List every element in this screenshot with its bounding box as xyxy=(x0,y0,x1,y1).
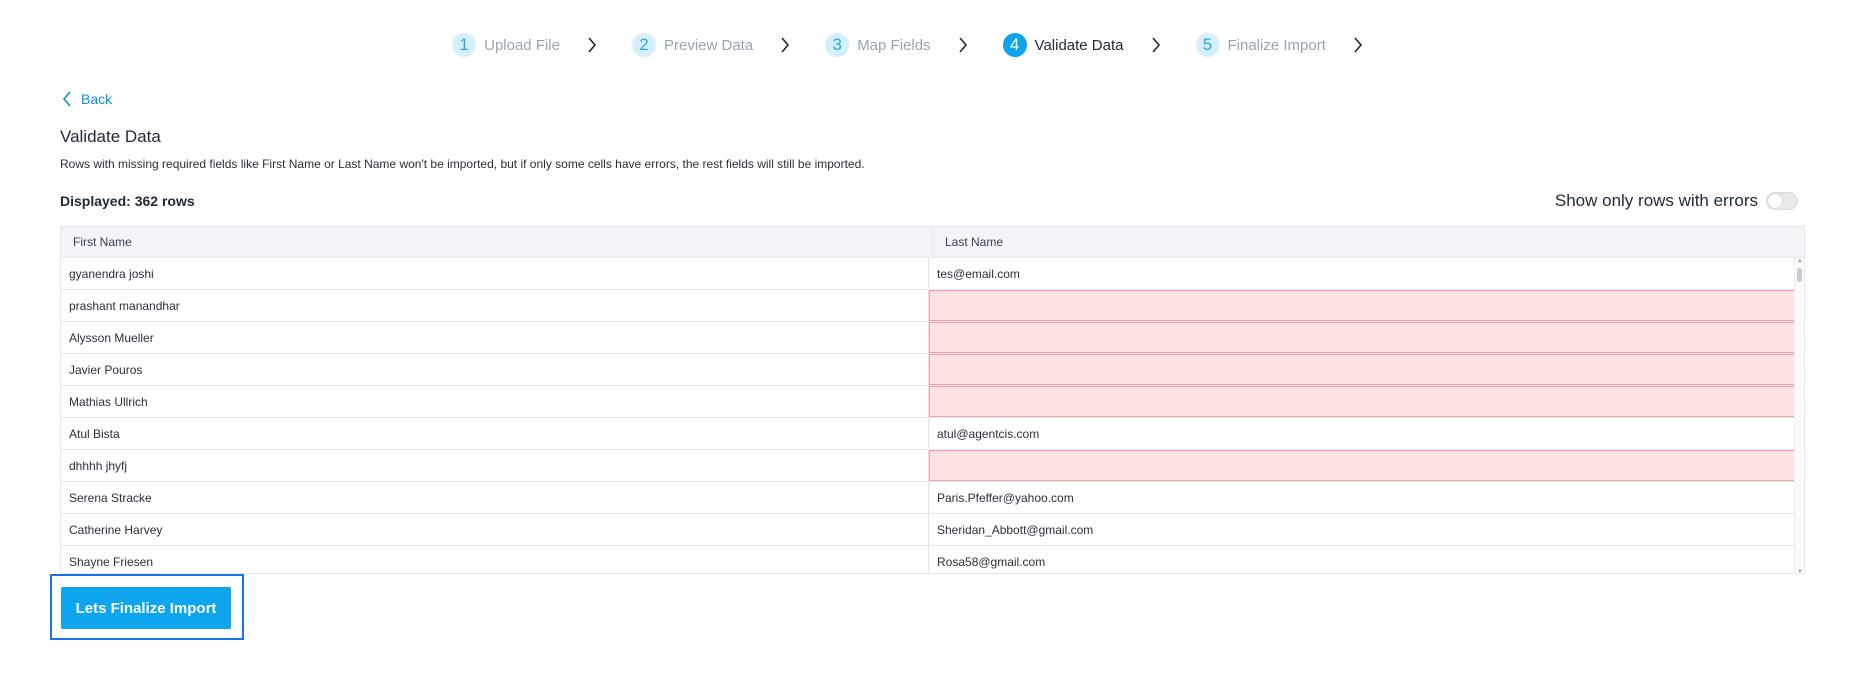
chevron-right-icon xyxy=(1142,35,1170,55)
cell-last-name-error[interactable] xyxy=(929,450,1795,481)
validation-table: First Name Last Name gyanendra joshi tes… xyxy=(60,226,1805,574)
import-stepper: 1 Upload File 2 Preview Data 3 Map Field… xyxy=(0,33,1850,57)
scroll-up-icon[interactable]: ▲ xyxy=(1797,258,1803,264)
column-header-last-name[interactable]: Last Name xyxy=(933,227,1804,257)
table-row: dhhhh jhyfj xyxy=(61,450,1804,482)
cell-last-name-error[interactable] xyxy=(929,386,1795,417)
table-row: Shayne Friesen Rosa58@gmail.com xyxy=(61,546,1804,573)
table-row: Atul Bista atul@agentcis.com xyxy=(61,418,1804,450)
finalize-button-highlight: Lets Finalize Import xyxy=(50,574,244,640)
step-number: 2 xyxy=(631,33,656,57)
table-body: gyanendra joshi tes@email.com prashant m… xyxy=(61,258,1804,573)
table-row: Alysson Mueller xyxy=(61,322,1804,354)
step-map-fields[interactable]: 3 Map Fields xyxy=(825,33,931,57)
step-finalize-import[interactable]: 5 Finalize Import xyxy=(1195,33,1326,57)
page-description: Rows with missing required fields like F… xyxy=(60,157,865,171)
step-number: 3 xyxy=(825,33,850,57)
step-label: Preview Data xyxy=(663,36,754,54)
step-label: Map Fields xyxy=(857,36,931,54)
chevron-right-icon xyxy=(578,35,606,55)
step-label: Upload File xyxy=(484,36,560,54)
step-label: Validate Data xyxy=(1034,36,1124,54)
table-scrollbar[interactable]: ▲ ▼ xyxy=(1794,258,1804,573)
table-row: Mathias Ullrich xyxy=(61,386,1804,418)
cell-last-name[interactable]: Rosa58@gmail.com xyxy=(929,546,1795,573)
step-number: 5 xyxy=(1195,33,1220,57)
cell-first-name[interactable]: dhhhh jhyfj xyxy=(61,450,929,481)
error-filter-toggle-group: Show only rows with errors xyxy=(1555,191,1798,211)
cell-first-name[interactable]: Alysson Mueller xyxy=(61,322,929,353)
cell-last-name[interactable]: atul@agentcis.com xyxy=(929,418,1795,449)
back-label: Back xyxy=(81,91,113,107)
step-number: 4 xyxy=(1002,33,1027,57)
toggle-knob xyxy=(1768,194,1782,208)
cell-last-name[interactable]: tes@email.com xyxy=(929,258,1795,289)
chevron-right-icon xyxy=(1344,35,1372,55)
scrollbar-thumb[interactable] xyxy=(1797,268,1802,282)
step-number: 1 xyxy=(452,33,477,57)
cell-first-name[interactable]: gyanendra joshi xyxy=(61,258,929,289)
table-row: prashant manandhar xyxy=(61,290,1804,322)
table-row: Serena Stracke Paris.Pfeffer@yahoo.com xyxy=(61,482,1804,514)
chevron-left-icon xyxy=(62,91,71,107)
finalize-import-button[interactable]: Lets Finalize Import xyxy=(61,587,231,629)
cell-first-name[interactable]: prashant manandhar xyxy=(61,290,929,321)
cell-first-name[interactable]: Shayne Friesen xyxy=(61,546,929,573)
table-row: Catherine Harvey Sheridan_Abbott@gmail.c… xyxy=(61,514,1804,546)
cell-first-name[interactable]: Serena Stracke xyxy=(61,482,929,513)
cell-first-name[interactable]: Javier Pouros xyxy=(61,354,929,385)
cell-last-name[interactable]: Paris.Pfeffer@yahoo.com xyxy=(929,482,1795,513)
cell-first-name[interactable]: Catherine Harvey xyxy=(61,514,929,545)
step-upload-file[interactable]: 1 Upload File xyxy=(452,33,560,57)
table-row: gyanendra joshi tes@email.com xyxy=(61,258,1804,290)
step-preview-data[interactable]: 2 Preview Data xyxy=(631,33,754,57)
table-row: Javier Pouros xyxy=(61,354,1804,386)
toggle-label: Show only rows with errors xyxy=(1554,191,1758,210)
cell-last-name-error[interactable] xyxy=(929,354,1795,385)
cell-last-name[interactable]: Sheridan_Abbott@gmail.com xyxy=(929,514,1795,545)
back-link[interactable]: Back xyxy=(62,91,112,107)
column-header-first-name[interactable]: First Name xyxy=(61,227,933,257)
row-count: Displayed: 362 rows xyxy=(60,193,195,209)
table-header: First Name Last Name xyxy=(61,227,1804,258)
cell-last-name-error[interactable] xyxy=(929,290,1795,321)
page-title: Validate Data xyxy=(60,127,161,146)
chevron-right-icon xyxy=(949,35,977,55)
step-label: Finalize Import xyxy=(1227,36,1326,54)
scroll-down-icon[interactable]: ▼ xyxy=(1797,569,1803,573)
chevron-right-icon xyxy=(771,35,799,55)
show-errors-toggle[interactable] xyxy=(1766,192,1798,210)
cell-last-name-error[interactable] xyxy=(929,322,1795,353)
cell-first-name[interactable]: Atul Bista xyxy=(61,418,929,449)
cell-first-name[interactable]: Mathias Ullrich xyxy=(61,386,929,417)
step-validate-data[interactable]: 4 Validate Data xyxy=(1002,33,1124,57)
